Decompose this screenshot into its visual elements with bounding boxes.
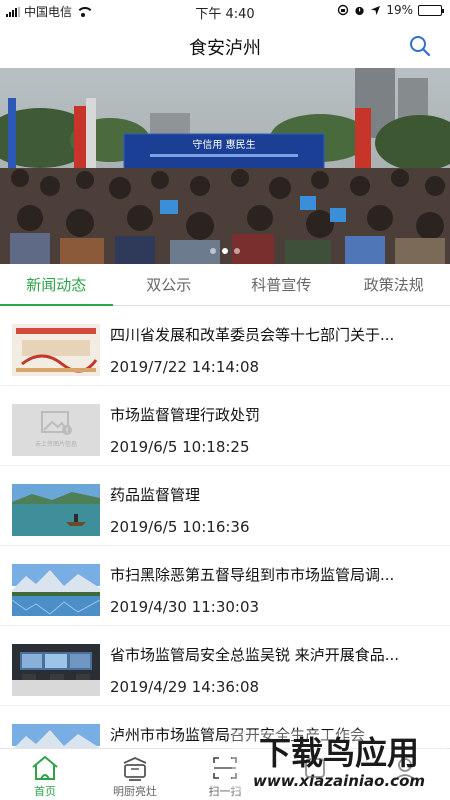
news-date: 2019/6/5 10:16:36	[110, 518, 250, 536]
banner-stage-text: 守信用 惠民生	[192, 138, 255, 151]
location-arrow-icon	[371, 5, 381, 15]
status-bar: 中国电信 下午 4:40 19%	[0, 0, 450, 22]
lock-rotation-icon	[338, 4, 349, 16]
news-title: 四川省发展和改革委员会等十七部门关于...	[110, 326, 395, 344]
news-thumbnail	[12, 644, 100, 696]
list-item[interactable]: 药品监督管理 2019/6/5 10:16:36	[0, 466, 450, 546]
tab-policy[interactable]: 政策法规	[338, 264, 450, 305]
news-title: 省市场监管局安全总监吴锐 来泸开展食品...	[110, 646, 400, 664]
placeholder-text: 未上传图片信息	[35, 440, 77, 448]
news-title: 药品监督管理	[110, 486, 201, 504]
search-button[interactable]	[408, 34, 432, 58]
list-item[interactable]: ! 未上传图片信息 市场监督管理行政处罚 2019/6/5 10:18:25	[0, 386, 450, 466]
list-item[interactable]: 省市场监管局安全总监吴锐 来泸开展食品... 2019/4/29 14:36:0…	[0, 626, 450, 706]
alarm-icon	[355, 6, 364, 15]
tabbar-label-home: 首页	[34, 785, 56, 798]
news-thumbnail	[12, 564, 100, 616]
list-item[interactable]: 四川省发展和改革委员会等十七部门关于... 2019/7/22 14:14:08	[0, 306, 450, 386]
carousel-indicator	[0, 248, 450, 254]
tab-science[interactable]: 科普宣传	[225, 264, 338, 305]
tab-double-disclosure[interactable]: 双公示	[113, 264, 226, 305]
battery-percent: 19%	[386, 3, 413, 17]
carousel-dot-active[interactable]	[222, 248, 228, 254]
svg-text:!: !	[66, 427, 69, 435]
cooking-pot-icon	[123, 757, 147, 781]
news-title: 市场监督管理行政处罚	[110, 406, 261, 424]
category-tabs: 新闻动态 双公示 科普宣传 政策法规	[0, 264, 450, 306]
battery-icon	[418, 4, 444, 16]
tab-news[interactable]: 新闻动态	[0, 264, 113, 306]
status-right-group: 19%	[337, 3, 444, 17]
nav-bar: 食安泸州	[0, 22, 450, 68]
carousel-dot[interactable]	[210, 248, 216, 254]
list-item[interactable]: 市扫黑除恶第五督导组到市市场监管局调... 2019/4/30 11:30:03	[0, 546, 450, 626]
tabbar-item-home[interactable]: 首页	[0, 749, 90, 800]
page-title: 食安泸州	[189, 38, 261, 59]
search-icon	[410, 36, 431, 57]
news-list: 四川省发展和改革委员会等十七部门关于... 2019/7/22 14:14:08…	[0, 306, 450, 748]
news-title: 市扫黑除恶第五督导组到市市场监管局调...	[110, 566, 395, 584]
news-thumbnail	[12, 324, 100, 376]
banner-photo: 守信用 惠民生	[0, 68, 450, 264]
news-date: 2019/7/22 14:14:08	[110, 358, 260, 376]
watermark-title: 下载鸟应用	[259, 734, 419, 772]
tabbar-item-kitchen[interactable]: 明厨亮灶	[90, 749, 180, 800]
news-date: 2019/4/30 11:30:03	[110, 598, 260, 616]
watermark: 下载鸟应用 www.xiazainiao.com	[232, 726, 446, 796]
tabbar-label-kitchen: 明厨亮灶	[113, 785, 157, 798]
news-thumbnail	[12, 484, 100, 536]
carousel-dot[interactable]	[234, 248, 240, 254]
news-thumbnail-placeholder: ! 未上传图片信息	[12, 404, 100, 456]
news-thumbnail	[12, 724, 100, 748]
news-date: 2019/4/29 14:36:08	[110, 678, 260, 696]
watermark-url: www.xiazainiao.com	[253, 772, 425, 790]
home-icon	[32, 756, 58, 780]
news-date: 2019/6/5 10:18:25	[110, 438, 250, 456]
banner-carousel[interactable]: 守信用 惠民生	[0, 68, 450, 264]
